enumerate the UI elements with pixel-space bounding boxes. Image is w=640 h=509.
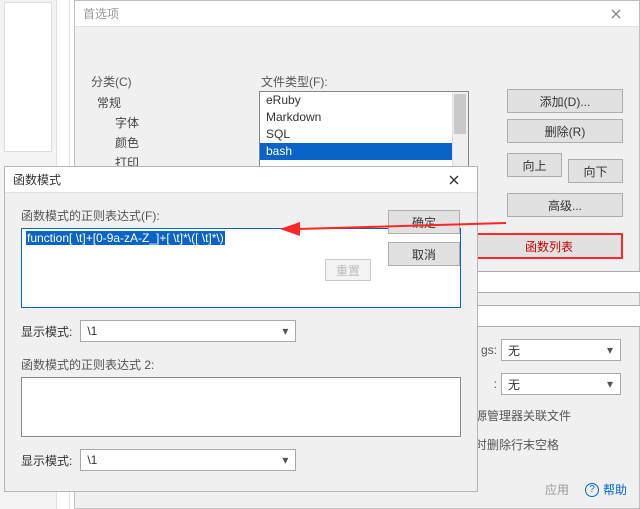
regex2-label: 函数模式的正则表达式 2: — [21, 356, 461, 373]
function-list-button[interactable]: 函数列表 — [475, 233, 623, 259]
chevron-down-icon: ▾ — [604, 378, 616, 390]
combo-2[interactable]: 无 ▾ — [501, 373, 621, 395]
reset-button[interactable]: 重置 — [325, 259, 371, 281]
category-root[interactable]: 常规 — [97, 93, 207, 113]
help-link[interactable]: ? 帮助 — [585, 481, 627, 498]
preferences-titlebar: 首选项 — [75, 1, 639, 27]
move-down-button[interactable]: 向下 — [568, 159, 623, 183]
preferences-title: 首选项 — [83, 5, 119, 22]
filetype-buttons: 添加(D)... 删除(R) 向上 向下 高级... — [507, 89, 623, 217]
filetype-item[interactable]: SQL — [260, 126, 468, 143]
scrollbar-thumb[interactable] — [454, 94, 466, 134]
add-button[interactable]: 添加(D)... — [507, 89, 623, 113]
display-combo-1[interactable]: \1 ▾ — [80, 320, 296, 342]
advanced-button[interactable]: 高级... — [507, 193, 623, 217]
checkbox-trim[interactable]: 时删除行末空格 — [475, 436, 623, 453]
ok-cancel-group: 确定 取消 — [388, 210, 460, 266]
display-label-1: 显示模式: — [21, 323, 72, 340]
help-icon: ? — [585, 483, 599, 497]
background-box — [4, 2, 52, 152]
filetype-item-selected[interactable]: bash — [260, 143, 468, 160]
combo-label-gs: gs: — [475, 343, 497, 357]
chevron-down-icon: ▾ — [279, 454, 291, 466]
filetype-item[interactable]: eRuby — [260, 92, 468, 109]
category-label: 分类(C) — [91, 73, 132, 90]
display-combo-2-value: \1 — [87, 453, 97, 467]
category-color[interactable]: 颜色 — [97, 133, 207, 153]
display-combo-1-value: \1 — [87, 324, 97, 338]
preferences-bottom-bar: 应用 ? 帮助 — [545, 481, 627, 498]
function-title: 函数模式 — [13, 171, 61, 188]
lower-right-panel: 函数列表 ... 打开 ... 打开 gs: 无 ▾ : — [475, 233, 623, 453]
regex2-input[interactable] — [21, 377, 461, 437]
function-titlebar: 函数模式 — [5, 167, 477, 193]
ok-button[interactable]: 确定 — [388, 210, 460, 234]
path-field-1[interactable] — [475, 271, 640, 293]
filetype-item[interactable]: Markdown — [260, 109, 468, 126]
display-combo-2[interactable]: \1 ▾ — [80, 449, 296, 471]
checkbox-assoc[interactable]: 源管理器关联文件 — [475, 407, 623, 424]
combo-1[interactable]: 无 ▾ — [501, 339, 621, 361]
delete-button[interactable]: 删除(R) — [507, 119, 623, 143]
category-font[interactable]: 字体 — [97, 113, 207, 133]
chevron-down-icon: ▾ — [279, 325, 291, 337]
combo-2-value: 无 — [508, 376, 520, 393]
apply-button[interactable]: 应用 — [545, 481, 569, 498]
filetype-label: 文件类型(F): — [261, 73, 328, 90]
regex-selected-text: function[ \t]+[0-9a-zA-Z_]+[ \t]*\([ \t]… — [26, 231, 225, 245]
chevron-down-icon: ▾ — [604, 344, 616, 356]
display-label-2: 显示模式: — [21, 452, 72, 469]
move-up-button[interactable]: 向上 — [507, 153, 562, 177]
path-field-2[interactable] — [475, 305, 640, 327]
close-icon[interactable] — [439, 171, 469, 189]
close-icon[interactable] — [601, 5, 631, 23]
combo-1-value: 无 — [508, 342, 520, 359]
combo-label-blank: : — [475, 377, 497, 391]
cancel-button[interactable]: 取消 — [388, 242, 460, 266]
